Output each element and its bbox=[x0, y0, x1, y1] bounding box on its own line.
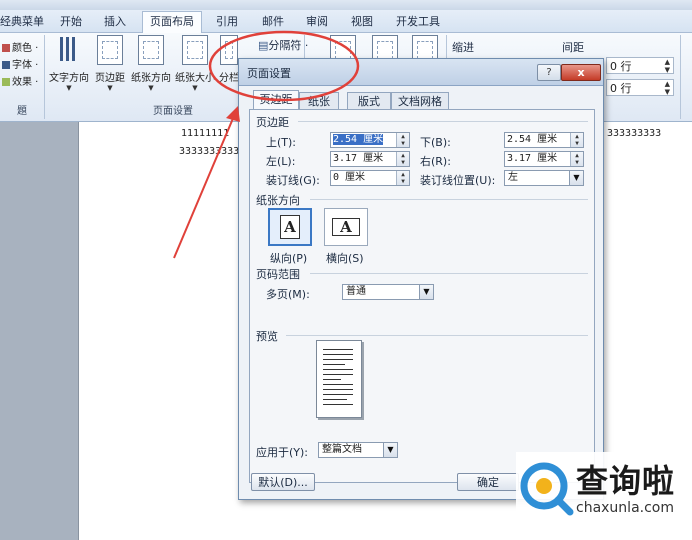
apply-to-label: 应用于(Y): bbox=[256, 446, 309, 459]
spacing-label: 间距 bbox=[562, 41, 584, 54]
tab-references[interactable]: 引用 bbox=[210, 12, 244, 32]
tab-paper[interactable]: 纸张 bbox=[299, 92, 339, 110]
theme-colors-button[interactable]: 颜色 · bbox=[2, 39, 38, 54]
paper-size-button[interactable]: 纸张大小 ▼ bbox=[174, 35, 216, 92]
chevron-down-icon[interactable]: ▼ bbox=[383, 443, 397, 457]
watermark-text: 查询啦 bbox=[576, 462, 676, 500]
chevron-down-icon[interactable]: ▼ bbox=[569, 171, 583, 185]
section-divider bbox=[310, 273, 588, 274]
magnifier-logo-icon bbox=[520, 462, 574, 516]
document-line: 3333333333 bbox=[179, 146, 240, 157]
ok-button[interactable]: 确定 bbox=[457, 473, 519, 491]
help-button[interactable]: ? bbox=[537, 64, 561, 81]
document-line: 11111111 bbox=[181, 128, 230, 139]
portrait-label: 纵向(P) bbox=[270, 252, 308, 265]
gutter-input[interactable]: 0 厘米 ▲ ▼ bbox=[330, 170, 410, 186]
top-margin-label: 上(T): bbox=[266, 136, 297, 149]
tab-review[interactable]: 审阅 bbox=[300, 12, 334, 32]
ribbon-separator bbox=[44, 35, 45, 119]
apply-to-select[interactable]: 整篇文档 ▼ bbox=[318, 442, 398, 458]
section-divider bbox=[286, 335, 588, 336]
left-margin-input[interactable]: 3.17 厘米 ▲ ▼ bbox=[330, 151, 410, 167]
margins-icon bbox=[97, 35, 123, 65]
window-title-bar bbox=[0, 0, 692, 10]
theme-effects-button[interactable]: 效果 · bbox=[2, 73, 38, 88]
margins-section-title: 页边距 bbox=[256, 116, 289, 129]
tab-home[interactable]: 开始 bbox=[54, 12, 88, 32]
orientation-section-title: 纸张方向 bbox=[256, 194, 300, 207]
tab-mailings[interactable]: 邮件 bbox=[256, 12, 290, 32]
tab-margins[interactable]: 页边距 bbox=[253, 90, 299, 111]
close-icon: x bbox=[577, 66, 585, 79]
gutter-position-label: 装订线位置(U): bbox=[420, 174, 496, 187]
tab-layout[interactable]: 版式 bbox=[347, 92, 391, 110]
landscape-option[interactable]: A bbox=[324, 208, 368, 246]
preview-section-title: 预览 bbox=[256, 330, 278, 343]
top-margin-input[interactable]: 2.54 厘米 ▲ ▼ bbox=[330, 132, 410, 148]
close-button[interactable]: x bbox=[561, 64, 601, 81]
tab-classic-menu[interactable]: 经典菜单 bbox=[0, 12, 44, 32]
columns-icon bbox=[220, 35, 238, 65]
right-margin-label: 右(R): bbox=[420, 155, 451, 168]
spinner-icon[interactable]: ▲ ▼ bbox=[665, 80, 670, 96]
breaks-button[interactable]: ▤分隔符 · bbox=[258, 37, 308, 53]
bottom-margin-input[interactable]: 2.54 厘米 ▲ ▼ bbox=[504, 132, 584, 148]
dialog-title-bar[interactable]: 页面设置 ? x bbox=[239, 59, 603, 86]
document-line: 333333333 bbox=[607, 128, 662, 139]
spinner-icon[interactable]: ▲ ▼ bbox=[396, 171, 409, 185]
tab-document-grid[interactable]: 文档网格 bbox=[391, 92, 449, 110]
gutter-label: 装订线(G): bbox=[266, 174, 320, 187]
section-divider bbox=[310, 199, 588, 200]
spacing-before-input[interactable]: 0 行 ▲ ▼ bbox=[606, 57, 674, 74]
help-icon: ? bbox=[546, 67, 552, 78]
watermark-url: chaxunla.com bbox=[576, 500, 674, 516]
landscape-label: 横向(S) bbox=[326, 252, 364, 265]
effects-icon bbox=[2, 78, 10, 86]
text-direction-icon bbox=[56, 35, 82, 65]
spacing-after-input[interactable]: 0 行 ▲ ▼ bbox=[606, 79, 674, 96]
margins-panel: 页边距 上(T): 2.54 厘米 ▲ ▼ 下(B): 2.54 厘米 ▲ ▼ 左(L)… bbox=[249, 109, 595, 483]
columns-button[interactable]: 分栏 bbox=[218, 35, 240, 84]
page-setup-dialog: 页面设置 ? x 页边距 纸张 版式 文档网格 页边距 上(T): 2.54 厘… bbox=[238, 58, 604, 500]
theme-fonts-button[interactable]: 字体 · bbox=[2, 56, 38, 71]
tab-developer[interactable]: 开发工具 bbox=[392, 12, 444, 32]
spinner-icon[interactable]: ▲ ▼ bbox=[570, 133, 583, 147]
margins-button[interactable]: 页边距 ▼ bbox=[92, 35, 128, 92]
orientation-button[interactable]: 纸张方向 ▼ bbox=[130, 35, 172, 92]
tab-view[interactable]: 视图 bbox=[345, 12, 379, 32]
section-divider bbox=[298, 121, 588, 122]
landscape-icon: A bbox=[332, 218, 360, 236]
dialog-title: 页面设置 bbox=[247, 67, 291, 80]
spinner-icon[interactable]: ▲ ▼ bbox=[396, 152, 409, 166]
fonts-icon bbox=[2, 61, 10, 69]
pages-section-title: 页码范围 bbox=[256, 268, 300, 281]
portrait-icon: A bbox=[280, 215, 300, 239]
colors-icon bbox=[2, 44, 10, 52]
chevron-down-icon[interactable]: ▼ bbox=[419, 285, 433, 299]
breaks-icon: ▤ bbox=[258, 39, 269, 52]
left-margin-label: 左(L): bbox=[266, 155, 296, 168]
gutter-position-select[interactable]: 左 ▼ bbox=[504, 170, 584, 186]
portrait-option[interactable]: A bbox=[268, 208, 312, 246]
ribbon-tabs: 经典菜单 开始 插入 页面布局 引用 邮件 审阅 视图 开发工具 bbox=[0, 10, 692, 34]
spinner-icon[interactable]: ▲ ▼ bbox=[396, 133, 409, 147]
themes-group-label: 題 bbox=[17, 106, 27, 117]
multiple-pages-label: 多页(M): bbox=[266, 288, 310, 301]
tab-page-layout[interactable]: 页面布局 bbox=[142, 11, 202, 34]
ribbon-separator bbox=[680, 35, 681, 119]
multiple-pages-select[interactable]: 普通 ▼ bbox=[342, 284, 434, 300]
tab-insert[interactable]: 插入 bbox=[98, 12, 132, 32]
orientation-icon bbox=[138, 35, 164, 65]
bottom-margin-label: 下(B): bbox=[420, 136, 451, 149]
spinner-icon[interactable]: ▲ ▼ bbox=[570, 152, 583, 166]
indent-label: 缩进 bbox=[452, 41, 474, 54]
page-preview bbox=[316, 340, 362, 418]
paper-size-icon bbox=[182, 35, 208, 65]
default-button[interactable]: 默认(D)... bbox=[251, 473, 315, 491]
watermark-logo: 查询啦 chaxunla.com bbox=[516, 452, 692, 540]
right-margin-input[interactable]: 3.17 厘米 ▲ ▼ bbox=[504, 151, 584, 167]
text-direction-button[interactable]: 文字方向 ▼ bbox=[48, 35, 90, 92]
spinner-icon[interactable]: ▲ ▼ bbox=[665, 58, 670, 74]
